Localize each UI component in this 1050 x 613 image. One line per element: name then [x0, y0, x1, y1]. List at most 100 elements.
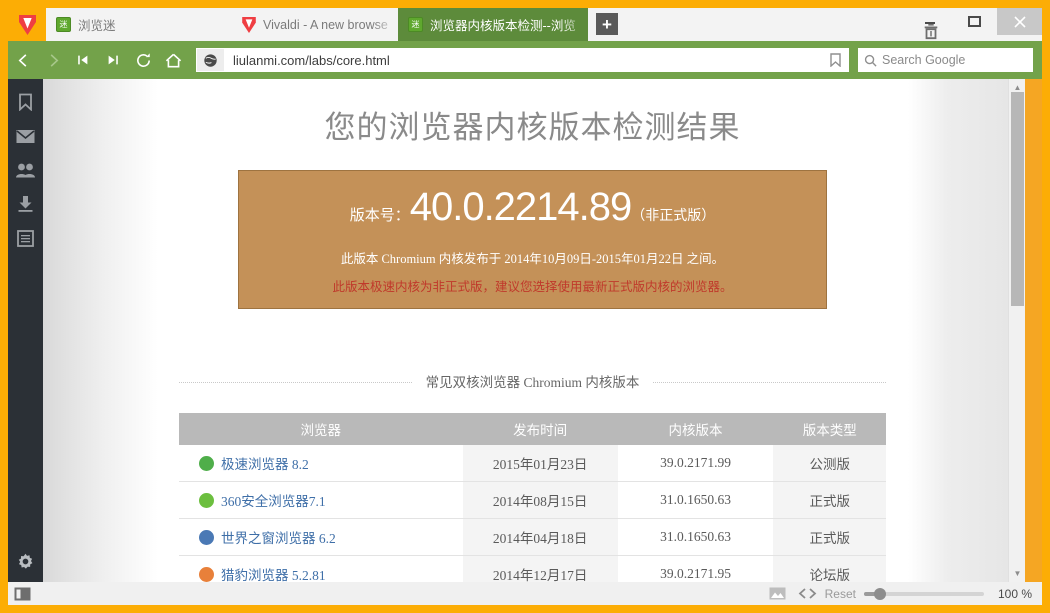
window-controls: [907, 8, 1042, 41]
tab-item-0[interactable]: 迷 浏览迷: [46, 8, 231, 41]
table-row[interactable]: 360安全浏览器7.1 2014年08月15日 31.0.1650.63 正式版: [179, 481, 886, 519]
cell-browser[interactable]: 极速浏览器 8.2: [179, 445, 463, 482]
version-warning: 此版本极速内核为非正式版，建议您选择使用最新正式版内核的浏览器。: [332, 280, 733, 294]
address-input[interactable]: liulanmi.com/labs/core.html: [224, 53, 822, 68]
minimize-button[interactable]: [907, 8, 952, 35]
rewind-button[interactable]: [68, 41, 98, 79]
table-row[interactable]: 极速浏览器 8.2 2015年01月23日 39.0.2171.99 公测版: [179, 445, 886, 482]
close-icon: [1013, 15, 1026, 28]
zoom-slider[interactable]: [863, 587, 984, 600]
cell-date: 2014年12月17日: [462, 555, 618, 582]
vivaldi-menu-button[interactable]: [8, 8, 46, 41]
version-number: 40.0.2214.89: [409, 185, 633, 229]
status-bar: Reset 100 %: [8, 582, 1042, 605]
browser-favicon-icon: [199, 566, 214, 582]
panel-bookmarks-button[interactable]: [8, 85, 43, 119]
panel-toggle-icon: [14, 587, 30, 600]
bookmark-icon[interactable]: [822, 49, 848, 71]
search-field[interactable]: Search Google: [858, 48, 1033, 72]
status-bar-right: Reset 100 %: [763, 582, 1042, 605]
cell-type: 正式版: [773, 481, 886, 519]
bookmark-glyph: [829, 53, 841, 67]
window-frame-right: [1042, 0, 1050, 613]
cell-core: 31.0.1650.63: [617, 518, 774, 556]
browser-core-table: 浏览器 发布时间 内核版本 版本类型 极速浏览器 8.2 2015年01月23日…: [179, 413, 886, 582]
web-page-viewport: 您的浏览器内核版本检测结果 版本号：40.0.2214.89（非正式版） 此版本…: [43, 79, 1025, 582]
new-tab-button[interactable]: +: [596, 13, 618, 35]
tab-item-2[interactable]: 迷 浏览器内核版本检测--浏览: [398, 8, 588, 41]
address-bar[interactable]: liulanmi.com/labs/core.html: [196, 48, 849, 72]
reload-icon: [136, 52, 150, 67]
home-button[interactable]: [158, 41, 188, 79]
forward-icon: [50, 53, 58, 67]
globe-glyph: [204, 53, 217, 67]
back-icon: [18, 53, 26, 67]
version-result-box: 版本号：40.0.2214.89（非正式版） 此版本 Chromium 内核发布…: [238, 170, 827, 309]
tab-title: Vivaldi - A new browser for: [263, 17, 388, 32]
version-line: 版本号：40.0.2214.89（非正式版）: [239, 187, 826, 227]
contacts-icon: [16, 163, 35, 177]
cell-date: 2014年08月15日: [462, 481, 618, 519]
scroll-down-arrow[interactable]: ▼: [1009, 565, 1025, 582]
side-panel: [8, 79, 43, 582]
table-row[interactable]: 猎豹浏览器 5.2.81 2014年12月17日 39.0.2171.95 论坛…: [179, 555, 886, 582]
cell-core: 31.0.1650.63: [617, 481, 774, 519]
tab-item-1[interactable]: Vivaldi - A new browser for: [231, 8, 398, 41]
panel-settings-button[interactable]: [8, 546, 43, 576]
table-header-row: 浏览器 发布时间 内核版本 版本类型: [179, 413, 886, 445]
navigation-toolbar: liulanmi.com/labs/core.html Search Googl…: [8, 41, 1042, 79]
cell-browser[interactable]: 猎豹浏览器 5.2.81: [179, 555, 463, 582]
browser-favicon-icon: [199, 529, 214, 545]
panel-notes-button[interactable]: [8, 221, 43, 255]
code-icon: [798, 588, 817, 599]
page-scrollbar[interactable]: ▲ ▼: [1008, 79, 1025, 582]
panel-downloads-button[interactable]: [8, 187, 43, 221]
vivaldi-logo-icon: [18, 14, 36, 35]
code-toggle-button[interactable]: [793, 582, 823, 605]
cell-browser[interactable]: 世界之窗浏览器 6.2: [179, 518, 463, 556]
fastforward-button[interactable]: [98, 41, 128, 79]
scrollbar-thumb[interactable]: [1011, 92, 1024, 306]
notes-icon: [17, 229, 34, 247]
panel-toggle-button[interactable]: [8, 582, 36, 605]
back-button[interactable]: [8, 41, 38, 79]
search-icon: [858, 54, 882, 67]
maximize-button[interactable]: [952, 8, 997, 35]
liulanmi-favicon-icon: 迷: [408, 17, 423, 32]
reload-button[interactable]: [128, 41, 158, 79]
tab-list: 迷 浏览迷 Vivaldi - A new browser for 迷 浏览器内…: [46, 8, 618, 41]
browser-name: 猎豹浏览器 5.2.81: [221, 568, 326, 582]
window-frame-top: [0, 0, 1050, 8]
vivaldi-browser-window: 迷 浏览迷 Vivaldi - A new browser for 迷 浏览器内…: [0, 0, 1050, 613]
cell-type: 正式版: [773, 518, 886, 556]
search-glyph: [864, 54, 877, 67]
zoom-slider-handle[interactable]: [873, 587, 886, 600]
image-toggle-button[interactable]: [763, 582, 793, 605]
mail-icon: [16, 129, 35, 143]
rewind-icon: [78, 55, 88, 65]
close-button[interactable]: [997, 8, 1042, 35]
column-header-browser: 浏览器: [179, 413, 463, 445]
section-heading-label: 常见双核浏览器 Chromium 内核版本: [411, 371, 654, 391]
cell-browser[interactable]: 360安全浏览器7.1: [179, 481, 463, 519]
download-icon: [18, 196, 33, 212]
zoom-reset-button[interactable]: Reset: [823, 587, 864, 601]
panel-contacts-button[interactable]: [8, 153, 43, 187]
liulanmi-favicon-icon: 迷: [56, 17, 71, 32]
browser-name: 极速浏览器 8.2: [221, 457, 309, 472]
forward-button[interactable]: [38, 41, 68, 79]
column-header-date: 发布时间: [462, 413, 618, 445]
column-header-type: 版本类型: [773, 413, 886, 445]
panel-mail-button[interactable]: [8, 119, 43, 153]
browser-name: 360安全浏览器7.1: [221, 494, 326, 509]
cell-type: 论坛版: [773, 555, 886, 582]
site-globe-icon: [197, 49, 224, 71]
page-title: 您的浏览器内核版本检测结果: [324, 110, 741, 145]
browser-name: 世界之窗浏览器 6.2: [221, 531, 336, 546]
search-placeholder: Search Google: [882, 53, 966, 67]
browser-favicon-icon: [199, 455, 214, 471]
browser-favicon-icon: [199, 492, 214, 508]
table-row[interactable]: 世界之窗浏览器 6.2 2014年04月18日 31.0.1650.63 正式版: [179, 518, 886, 556]
fastforward-icon: [108, 55, 118, 65]
window-frame-bottom: [0, 605, 1050, 613]
